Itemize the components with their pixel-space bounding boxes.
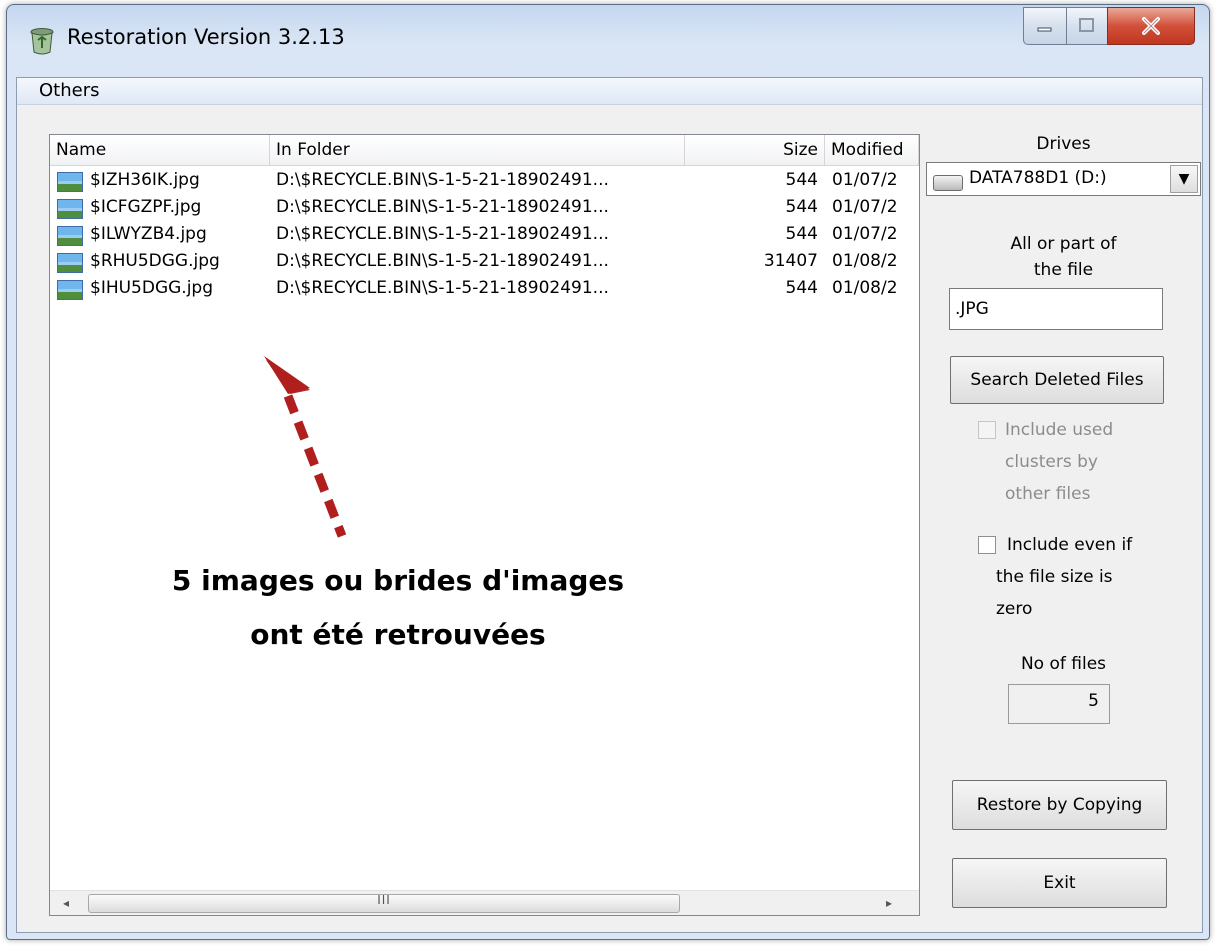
include-zero-label-2: the file size is <box>996 567 1113 587</box>
no-of-files-value: 5 <box>1008 684 1110 724</box>
minimize-button[interactable] <box>1023 7 1067 45</box>
table-row[interactable]: $RHU5DGG.jpg D:\$RECYCLE.BIN\S-1-5-21-18… <box>50 248 919 275</box>
restore-by-copying-button[interactable]: Restore by Copying <box>952 780 1167 830</box>
image-file-icon <box>57 226 83 246</box>
table-row[interactable]: $ILWYZB4.jpg D:\$RECYCLE.BIN\S-1-5-21-18… <box>50 221 919 248</box>
image-file-icon <box>57 199 83 219</box>
include-used-label-2: clusters by <box>1005 452 1098 472</box>
menu-bar: Others <box>17 78 1202 105</box>
include-zero-size-checkbox[interactable] <box>978 536 996 554</box>
image-file-icon <box>57 253 83 273</box>
title-bar[interactable]: Restoration Version 3.2.13 <box>7 5 1209 75</box>
include-used-label-1: Include used <box>1005 420 1114 440</box>
file-name: $ILWYZB4.jpg <box>90 224 207 244</box>
menu-others[interactable]: Others <box>39 80 100 101</box>
image-file-icon <box>57 280 83 300</box>
drives-label: Drives <box>1036 134 1091 154</box>
search-label-line2: the file <box>1033 260 1094 280</box>
table-row[interactable]: $IHU5DGG.jpg D:\$RECYCLE.BIN\S-1-5-21-18… <box>50 275 919 302</box>
annotation-arrow-icon <box>264 356 347 538</box>
file-size: 544 <box>785 170 818 190</box>
annotation-line-2: ont été retrouvées <box>250 618 546 651</box>
no-of-files-label: No of files <box>1020 654 1107 674</box>
search-label-line1: All or part of <box>1010 234 1117 254</box>
annotation-text: 5 images ou brides d'images ont été retr… <box>118 554 678 662</box>
file-folder: D:\$RECYCLE.BIN\S-1-5-21-18902491... <box>276 170 609 190</box>
scroll-thumb[interactable]: III <box>88 893 680 913</box>
scroll-right-icon[interactable]: ▸ <box>879 893 899 913</box>
file-folder: D:\$RECYCLE.BIN\S-1-5-21-18902491... <box>276 197 609 217</box>
maximize-icon <box>1067 8 1107 44</box>
file-name: $IZH36IK.jpg <box>90 170 200 190</box>
search-input[interactable] <box>949 288 1163 330</box>
search-deleted-files-button[interactable]: Search Deleted Files <box>950 356 1164 404</box>
exit-button[interactable]: Exit <box>952 858 1167 908</box>
file-size: 544 <box>785 278 818 298</box>
column-modified[interactable]: Modified <box>825 135 919 165</box>
scroll-grip: III <box>377 893 391 907</box>
include-used-checkbox[interactable] <box>978 421 996 439</box>
drive-select[interactable]: DATA788D1 (D:) ▼ <box>926 162 1201 196</box>
file-modified: 01/07/2 <box>832 170 898 190</box>
file-folder: D:\$RECYCLE.BIN\S-1-5-21-18902491... <box>276 251 609 271</box>
include-used-label-3: other files <box>1005 484 1091 504</box>
column-size[interactable]: Size <box>685 135 825 165</box>
column-name[interactable]: Name <box>50 135 270 165</box>
file-modified: 01/08/2 <box>832 278 898 298</box>
include-zero-label-1: Include even if <box>1007 535 1133 555</box>
drive-icon <box>933 175 963 191</box>
recycle-bin-icon <box>30 28 54 55</box>
table-row[interactable]: $IZH36IK.jpg D:\$RECYCLE.BIN\S-1-5-21-18… <box>50 167 919 194</box>
list-header: Name In Folder Size Modified <box>50 135 919 166</box>
file-modified: 01/07/2 <box>832 197 898 217</box>
chevron-down-icon[interactable]: ▼ <box>1170 165 1198 193</box>
annotation-line-1: 5 images ou brides d'images <box>171 564 625 597</box>
maximize-button[interactable] <box>1066 7 1108 45</box>
include-zero-label-3: zero <box>996 599 1033 619</box>
file-list[interactable]: Name In Folder Size Modified $IZH36IK.jp… <box>49 134 920 916</box>
file-size: 544 <box>785 224 818 244</box>
file-folder: D:\$RECYCLE.BIN\S-1-5-21-18902491... <box>276 278 609 298</box>
minimize-icon <box>1024 8 1066 44</box>
column-in-folder[interactable]: In Folder <box>270 135 685 165</box>
table-row[interactable]: $ICFGZPF.jpg D:\$RECYCLE.BIN\S-1-5-21-18… <box>50 194 919 221</box>
file-name: $IHU5DGG.jpg <box>90 278 214 298</box>
application-window: Restoration Version 3.2.13 Others Name I… <box>6 4 1210 940</box>
horizontal-scrollbar[interactable]: ◂ III ▸ <box>50 890 919 915</box>
drive-selected: DATA788D1 (D:) <box>969 168 1107 188</box>
controls-panel: Drives DATA788D1 (D:) ▼ All or part of t… <box>922 134 1201 924</box>
file-folder: D:\$RECYCLE.BIN\S-1-5-21-18902491... <box>276 224 609 244</box>
file-name: $RHU5DGG.jpg <box>90 251 220 271</box>
file-name: $ICFGZPF.jpg <box>90 197 202 217</box>
file-modified: 01/08/2 <box>832 251 898 271</box>
close-button[interactable] <box>1107 7 1195 45</box>
file-modified: 01/07/2 <box>832 224 898 244</box>
file-size: 544 <box>785 197 818 217</box>
client-area: Others Name In Folder Size Modified $IZH… <box>16 77 1203 933</box>
window-title: Restoration Version 3.2.13 <box>67 25 345 49</box>
scroll-left-icon[interactable]: ◂ <box>56 893 76 913</box>
file-size: 31407 <box>763 251 818 271</box>
close-icon <box>1108 8 1194 44</box>
image-file-icon <box>57 172 83 192</box>
